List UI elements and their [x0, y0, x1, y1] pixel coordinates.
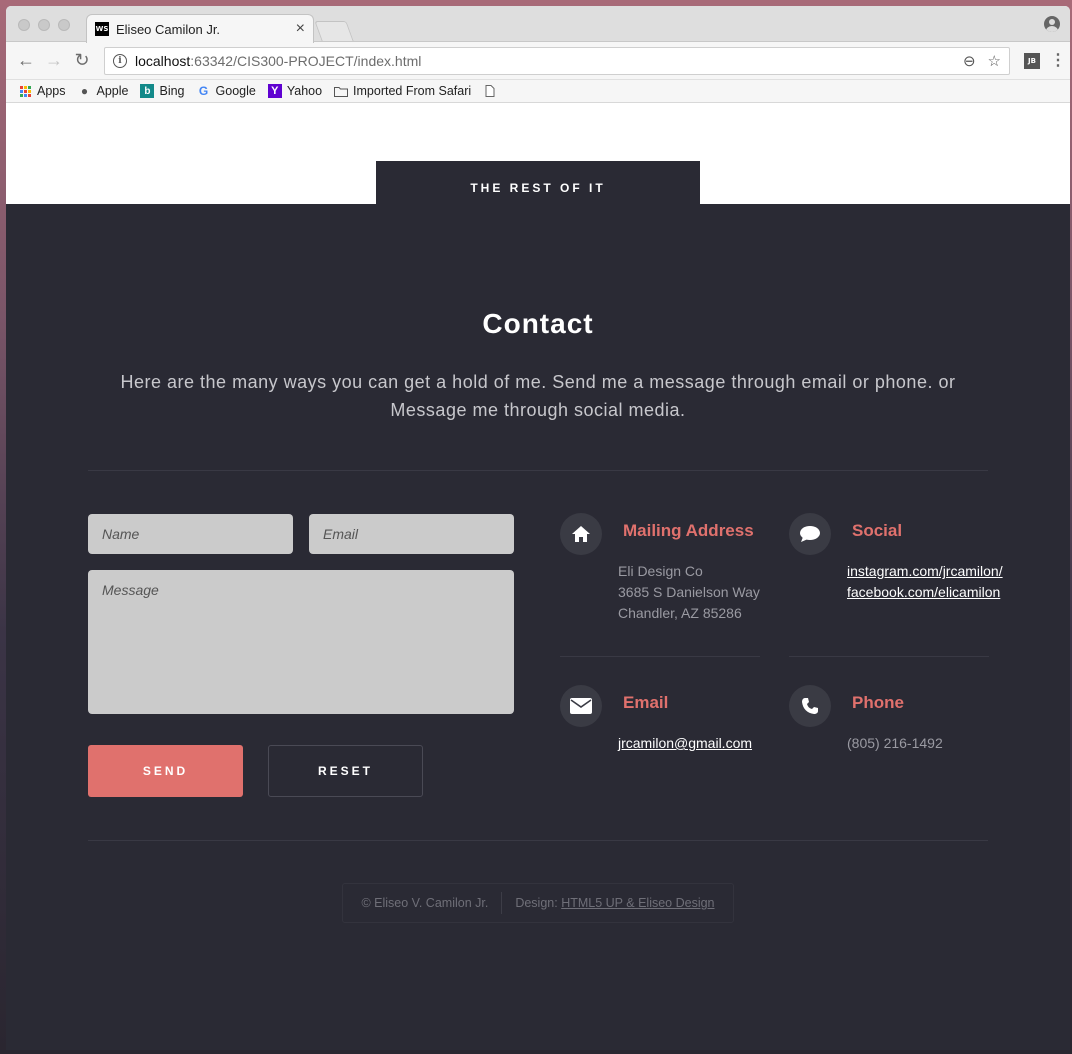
page-icon	[483, 84, 497, 98]
apps-grid-icon	[18, 84, 32, 98]
browser-window: WS Eliseo Camilon Jr. × ← → ↻ i localhos…	[6, 6, 1070, 1050]
web-page: THE REST OF IT Contact Here are the many…	[6, 103, 1070, 1050]
window-controls	[18, 19, 70, 31]
envelope-icon	[560, 685, 602, 727]
address-line-3: Chandler, AZ 85286	[618, 605, 742, 621]
address-bar[interactable]: i localhost:63342/CIS300-PROJECT/index.h…	[104, 46, 1010, 75]
tab-strip: WS Eliseo Camilon Jr. ×	[6, 6, 1070, 43]
apple-icon: ●	[80, 84, 89, 98]
home-icon	[560, 513, 602, 555]
tab-title: Eliseo Camilon Jr.	[116, 21, 221, 37]
bookmark-page[interactable]	[483, 84, 502, 98]
bookmark-yahoo[interactable]: Y Yahoo	[267, 84, 323, 98]
bookmark-star-icon[interactable]: ☆	[988, 52, 1001, 70]
bookmark-label: Bing	[159, 84, 185, 98]
instagram-link[interactable]: instagram.com/jrcamilon/	[847, 561, 1003, 582]
webstorm-favicon-icon: WS	[95, 22, 109, 36]
email-info: jrcamilon@gmail.com	[618, 733, 752, 754]
tab-close-icon[interactable]: ×	[296, 20, 305, 38]
jetbrains-extension-icon[interactable]: JB	[1024, 52, 1040, 69]
google-icon: G	[198, 84, 209, 98]
bing-icon: b	[140, 84, 155, 98]
bookmark-label: Apple	[96, 84, 129, 98]
speech-bubble-icon	[789, 513, 831, 555]
bookmark-bing[interactable]: b Bing	[140, 84, 185, 98]
social-title: Social	[852, 521, 903, 540]
copyright-text: © Eliseo V. Camilon Jr.	[361, 896, 489, 910]
bookmark-apple[interactable]: ● Apple	[78, 84, 129, 98]
back-icon[interactable]: ←	[14, 49, 38, 73]
contact-heading: Contact	[482, 308, 594, 339]
social-links: instagram.com/jrcamilon/ facebook.com/el…	[847, 561, 1003, 603]
browser-tab[interactable]: WS Eliseo Camilon Jr. ×	[86, 14, 314, 43]
email-input[interactable]	[309, 514, 514, 554]
email-link[interactable]: jrcamilon@gmail.com	[618, 733, 752, 754]
bookmark-label: Google	[215, 84, 256, 98]
mailing-address-title: Mailing Address	[623, 521, 754, 540]
minimize-window-button[interactable]	[38, 19, 50, 31]
divider	[88, 470, 988, 471]
bookmark-label: Yahoo	[286, 84, 323, 98]
message-textarea[interactable]	[88, 570, 514, 714]
profile-icon[interactable]	[1044, 16, 1060, 32]
address-line-2: 3685 S Danielson Way	[618, 584, 760, 600]
forward-icon[interactable]: →	[42, 49, 66, 73]
menu-icon[interactable]: ⋮	[1050, 52, 1066, 68]
new-tab-button[interactable]	[314, 21, 354, 41]
send-button[interactable]: SEND	[88, 745, 243, 797]
divider	[789, 656, 989, 657]
facebook-link[interactable]: facebook.com/elicamilon	[847, 582, 1003, 603]
design-label: Design:	[515, 896, 558, 910]
maximize-window-button[interactable]	[58, 19, 70, 31]
phone-title: Phone	[852, 693, 904, 712]
zoom-icon[interactable]: ⊖	[963, 52, 976, 70]
reset-button[interactable]: RESET	[268, 745, 423, 797]
url-path: :63342/CIS300-PROJECT/index.html	[190, 52, 422, 69]
divider	[88, 840, 988, 841]
section-tab-label: THE REST OF IT	[376, 161, 700, 221]
yahoo-icon: Y	[267, 84, 282, 98]
reload-icon[interactable]: ↻	[70, 49, 94, 73]
divider	[560, 656, 760, 657]
close-window-button[interactable]	[18, 19, 30, 31]
bookmark-apps[interactable]: Apps	[18, 84, 66, 98]
design-credit-link[interactable]: HTML5 UP & Eliseo Design	[561, 896, 714, 910]
contact-description: Here are the many ways you can get a hol…	[120, 372, 956, 420]
bookmark-imported-folder[interactable]: Imported From Safari	[334, 84, 471, 98]
phone-icon	[789, 685, 831, 727]
mailing-address-text: Eli Design Co 3685 S Danielson Way Chand…	[618, 561, 760, 624]
bookmark-google[interactable]: G Google	[197, 84, 256, 98]
contact-section: Contact Here are the many ways you can g…	[6, 204, 1070, 1050]
bookmark-label: Apps	[37, 84, 66, 98]
address-line-1: Eli Design Co	[618, 563, 703, 579]
bookmark-label: Imported From Safari	[353, 84, 472, 98]
name-input[interactable]	[88, 514, 293, 554]
email-title: Email	[623, 693, 669, 712]
info-icon[interactable]: i	[113, 53, 127, 68]
browser-toolbar: ← → ↻ i localhost:63342/CIS300-PROJECT/i…	[6, 42, 1070, 80]
footer: © Eliseo V. Camilon Jr. Design: HTML5 UP…	[342, 883, 734, 923]
url-host: localhost	[135, 52, 191, 69]
footer-separator	[501, 892, 503, 914]
bookmarks-bar: Apps ● Apple b Bing G Google Y Yahoo Imp…	[6, 80, 1070, 103]
folder-icon	[334, 84, 349, 98]
phone-number: (805) 216-1492	[847, 735, 943, 751]
